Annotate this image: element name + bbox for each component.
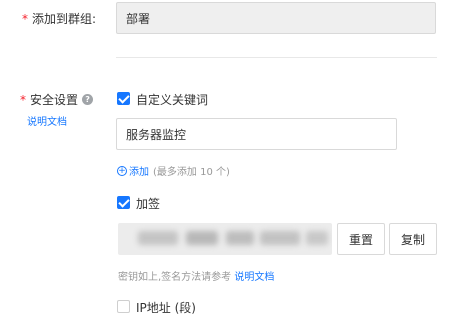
required-mark: * — [22, 11, 28, 26]
masked-secret-blur — [260, 231, 300, 245]
required-mark: * — [20, 92, 26, 107]
keyword-checkbox[interactable] — [117, 92, 130, 105]
keyword-input[interactable]: 服务器监控 — [116, 118, 397, 150]
add-keyword-row: + 添加 (最多添加 10 个) — [117, 163, 230, 178]
plus-circle-icon[interactable]: + — [117, 165, 127, 176]
masked-secret-blur — [186, 231, 218, 245]
sign-checkbox-label[interactable]: 加签 — [136, 195, 160, 212]
keyword-checkbox-label[interactable]: 自定义关键词 — [136, 91, 208, 108]
sign-hint: 密钥如上,签名方法请参考 说明文档 — [118, 268, 274, 283]
copy-button-label: 复制 — [400, 232, 425, 247]
sign-checkbox[interactable] — [117, 196, 130, 209]
group-value: 部署 — [126, 11, 151, 26]
add-keyword-button[interactable]: 添加 — [129, 163, 149, 178]
sign-hint-text: 密钥如上,签名方法请参考 — [118, 272, 232, 283]
ip-checkbox-label[interactable]: IP地址 (段) — [136, 299, 196, 316]
keyword-value: 服务器监控 — [126, 127, 187, 142]
copy-button[interactable]: 复制 — [389, 223, 437, 255]
masked-secret-blur — [138, 231, 178, 245]
security-label-row: * 安全设置 ? — [20, 91, 94, 108]
masked-secret-blur — [306, 231, 328, 245]
group-label-row: * 添加到群组: — [22, 10, 96, 27]
divider — [116, 57, 437, 58]
add-keyword-hint: (最多添加 10 个) — [153, 167, 230, 178]
sign-hint-doc-link[interactable]: 说明文档 — [234, 272, 274, 283]
security-doc-link[interactable]: 说明文档 — [27, 113, 67, 128]
group-label: 添加到群组: — [32, 12, 97, 26]
security-label: 安全设置 — [30, 93, 79, 107]
group-input[interactable]: 部署 — [116, 2, 436, 34]
secret-field[interactable] — [118, 223, 332, 255]
reset-button-label: 重置 — [348, 232, 373, 247]
masked-secret-blur — [226, 231, 254, 245]
question-circle-icon[interactable]: ? — [82, 94, 94, 105]
ip-checkbox[interactable] — [117, 300, 130, 313]
reset-button[interactable]: 重置 — [337, 223, 385, 255]
